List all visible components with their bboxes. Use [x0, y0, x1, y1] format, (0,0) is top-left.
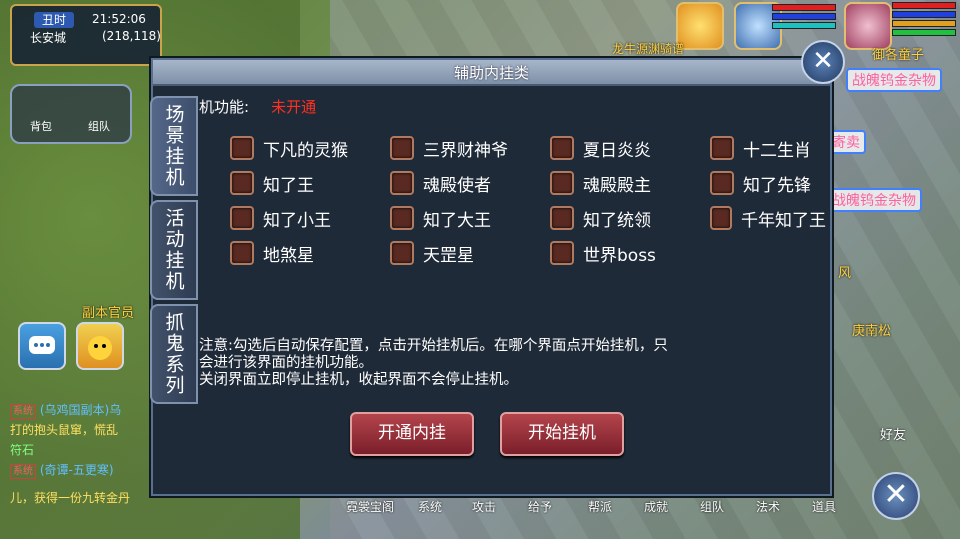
- option-checkbox[interactable]: 夏日炎炎: [550, 136, 651, 161]
- close-icon: ✕: [883, 477, 909, 512]
- checkbox-icon[interactable]: [550, 206, 574, 230]
- checkbox-icon[interactable]: [230, 206, 254, 230]
- option-checkbox[interactable]: 千年知了王: [710, 206, 826, 230]
- checkbox-icon[interactable]: [550, 241, 574, 265]
- bag-button[interactable]: 背包: [30, 118, 52, 134]
- player-hp-bar: [892, 2, 956, 9]
- option-checkbox[interactable]: 世界boss: [550, 241, 656, 266]
- menu-achievement[interactable]: 成就: [644, 498, 668, 515]
- shichen-badge: 丑时: [34, 12, 74, 28]
- menu-nishang[interactable]: 霓裳宝阁: [346, 498, 394, 515]
- checkbox-icon[interactable]: [550, 136, 574, 160]
- tab-activity[interactable]: 活动挂机: [150, 200, 198, 300]
- checkbox-icon[interactable]: [550, 171, 574, 195]
- status-panel: 丑时 21:52:06 长安城 (218,118): [10, 4, 162, 66]
- player-mp-bar: [892, 11, 956, 18]
- npc-gengnansong[interactable]: 庚南松: [852, 320, 891, 339]
- option-checkbox[interactable]: 知了先锋: [710, 171, 811, 196]
- option-checkbox[interactable]: 知了统领: [550, 206, 651, 231]
- option-checkbox[interactable]: 知了王: [230, 171, 314, 196]
- checkbox-icon[interactable]: [390, 136, 414, 160]
- tab-ghost[interactable]: 抓鬼系列: [150, 304, 198, 404]
- menu-system[interactable]: 系统: [418, 498, 442, 515]
- city-name[interactable]: 长安城: [30, 29, 66, 46]
- quick-menu: [10, 84, 132, 144]
- option-checkbox[interactable]: 天罡星: [390, 241, 474, 266]
- option-checkbox[interactable]: 知了小王: [230, 206, 331, 231]
- game-clock: 21:52:06: [92, 12, 146, 26]
- function-label: 机功能:: [199, 98, 250, 116]
- dialog-titlebar: 辅助内挂类: [153, 60, 830, 86]
- function-status: 未开通: [271, 98, 317, 116]
- option-checkbox[interactable]: 魂殿殿主: [550, 171, 651, 196]
- pet-exp-bar: [772, 22, 836, 29]
- pet-stat-bars: [772, 2, 836, 31]
- checkbox-icon[interactable]: [710, 136, 734, 160]
- team-button[interactable]: 组队: [88, 118, 110, 134]
- menu-give[interactable]: 给予: [528, 498, 552, 515]
- option-checkbox[interactable]: 地煞星: [230, 241, 314, 266]
- npc-feng[interactable]: 风: [838, 262, 851, 281]
- dialog-title: 辅助内挂类: [453, 64, 529, 82]
- option-checkbox[interactable]: 十二生肖: [710, 136, 811, 161]
- player-sp-bar: [892, 20, 956, 27]
- collapse-button[interactable]: ✕: [872, 472, 920, 520]
- coordinates: (218,118): [102, 29, 161, 43]
- start-afk-button[interactable]: 开始挂机: [500, 412, 624, 456]
- player-stat-bars: [892, 0, 956, 38]
- checkbox-icon[interactable]: [230, 136, 254, 160]
- menu-attack[interactable]: 攻击: [472, 498, 496, 515]
- open-plugin-button[interactable]: 开通内挂: [350, 412, 474, 456]
- checkbox-icon[interactable]: [230, 241, 254, 265]
- menu-skill[interactable]: 法术: [756, 498, 780, 515]
- checkbox-icon[interactable]: [390, 171, 414, 195]
- npc-leng[interactable]: 御各童子: [872, 44, 924, 63]
- assist-dialog: 辅助内挂类: [151, 58, 832, 496]
- shop-sign-1[interactable]: 战魄钨金杂物: [846, 68, 942, 92]
- shop-sign-3[interactable]: 寄卖: [826, 130, 866, 154]
- shop-sign-2[interactable]: 战魄钨金杂物: [826, 188, 922, 212]
- pet-icon: [88, 336, 112, 360]
- notice-text: 注意:勾选后自动保存配置，点击开始挂机后。在哪个界面点开始挂机，只 会进行该界面…: [199, 338, 668, 388]
- checkbox-icon[interactable]: [710, 206, 732, 230]
- close-icon: ✕: [812, 46, 834, 76]
- menu-team[interactable]: 组队: [700, 498, 724, 515]
- option-checkbox[interactable]: 三界财神爷: [390, 136, 508, 161]
- pet-button[interactable]: [76, 322, 124, 370]
- pet-hp-bar: [772, 4, 836, 11]
- chat-bubble-icon: [29, 336, 55, 354]
- checkbox-icon[interactable]: [230, 171, 254, 195]
- menu-item[interactable]: 道具: [812, 498, 836, 515]
- npc-dragon[interactable]: 龙牛源渊骑谱: [612, 40, 684, 57]
- option-checkbox[interactable]: 下凡的灵猴: [230, 136, 348, 161]
- option-checkbox[interactable]: 魂殿使者: [390, 171, 491, 196]
- checkbox-icon[interactable]: [390, 206, 414, 230]
- player-avatar[interactable]: [844, 2, 892, 50]
- checkbox-icon[interactable]: [710, 171, 734, 195]
- pet-mp-bar: [772, 13, 836, 20]
- chat-button[interactable]: [18, 322, 66, 370]
- friend-button[interactable]: 好友: [880, 424, 906, 443]
- option-checkbox[interactable]: 知了大王: [390, 206, 491, 231]
- function-status-row: 机功能: 未开通: [199, 96, 316, 117]
- player-exp-bar: [892, 29, 956, 36]
- checkbox-icon[interactable]: [390, 241, 414, 265]
- npc-fuben[interactable]: 副本官员: [82, 302, 134, 321]
- tab-scene[interactable]: 场景挂机: [150, 96, 198, 196]
- menu-guild[interactable]: 帮派: [588, 498, 612, 515]
- dialog-close-button[interactable]: ✕: [801, 40, 845, 84]
